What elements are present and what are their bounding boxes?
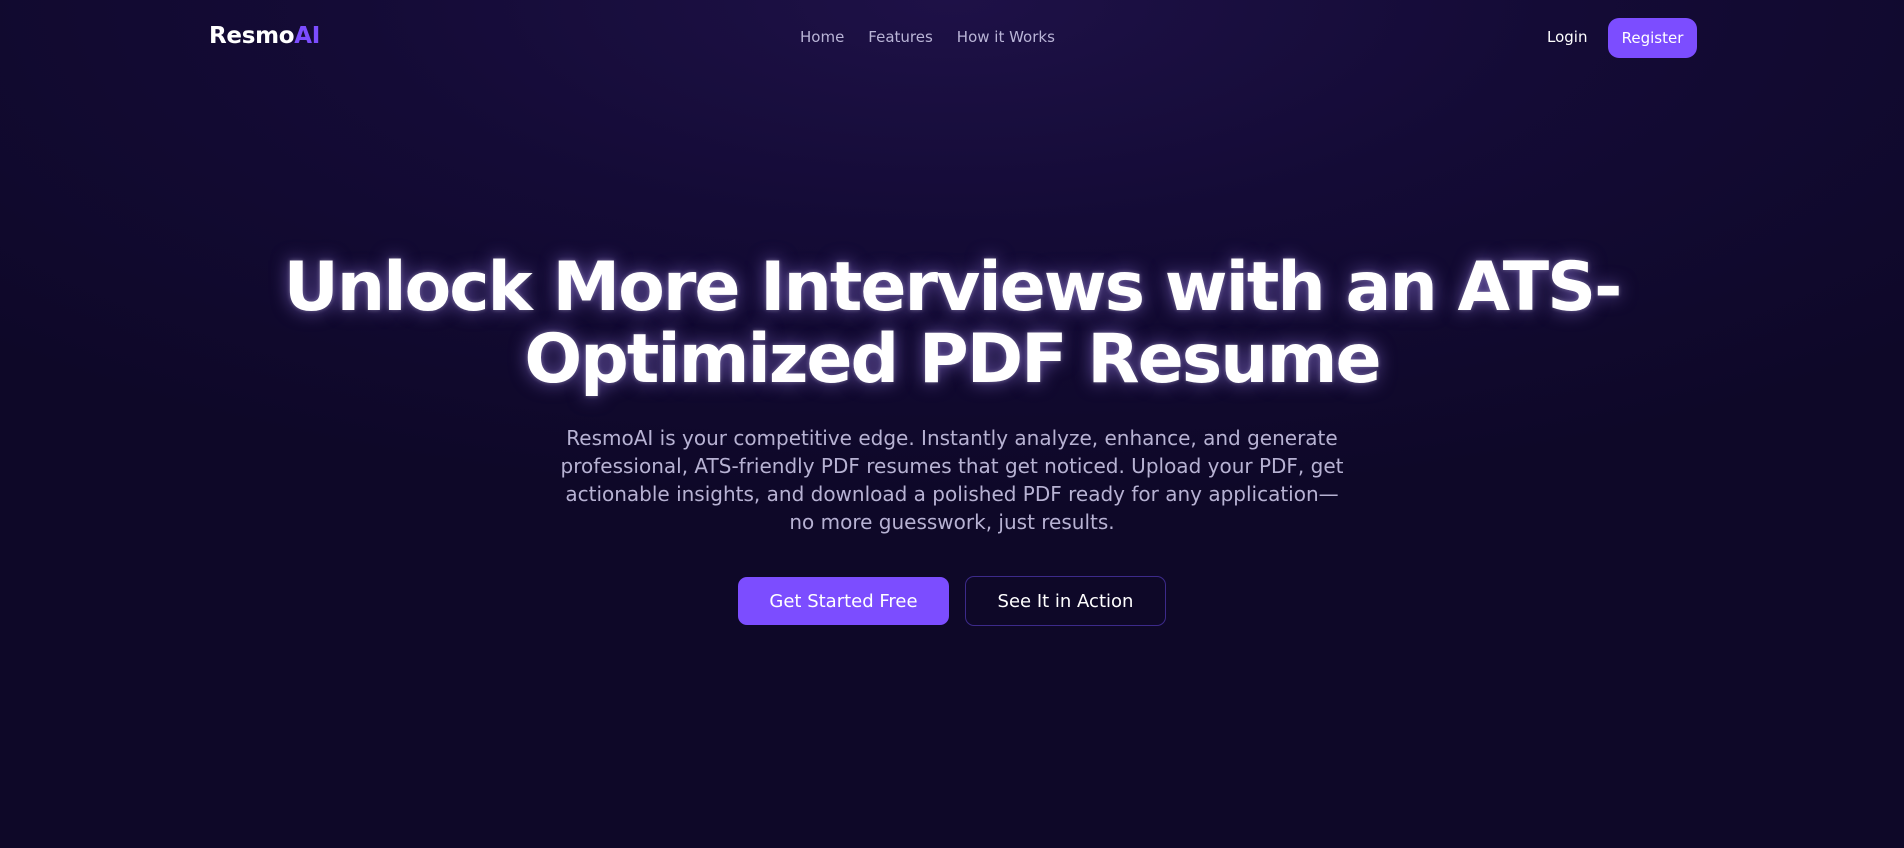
hero-title-line-1: Unlock More Interviews with an ATS-: [283, 248, 1623, 327]
hero-title-line-2: Optimized PDF Resume: [524, 320, 1381, 399]
logo[interactable]: ResmoAI: [209, 23, 320, 49]
nav-link-home[interactable]: Home: [800, 28, 844, 46]
login-link[interactable]: Login: [1547, 28, 1587, 46]
nav-links: Home Features How it Works: [800, 28, 1055, 46]
hero-title: Unlock More Interviews with an ATS- Optim…: [252, 252, 1652, 396]
nav-link-features[interactable]: Features: [868, 28, 933, 46]
logo-text: Resmo: [209, 23, 295, 49]
hero-subtitle: ResmoAI is your competitive edge. Instan…: [560, 426, 1344, 534]
nav-link-how-it-works[interactable]: How it Works: [957, 28, 1055, 46]
top-navbar: ResmoAI Home Features How it Works Login…: [0, 0, 1904, 76]
register-button[interactable]: Register: [1608, 18, 1697, 58]
get-started-button[interactable]: Get Started Free: [738, 577, 949, 625]
see-it-in-action-button[interactable]: See It in Action: [965, 576, 1166, 626]
logo-accent-text: AI: [294, 23, 321, 49]
cta-row: Get Started Free See It in Action: [738, 576, 1166, 626]
